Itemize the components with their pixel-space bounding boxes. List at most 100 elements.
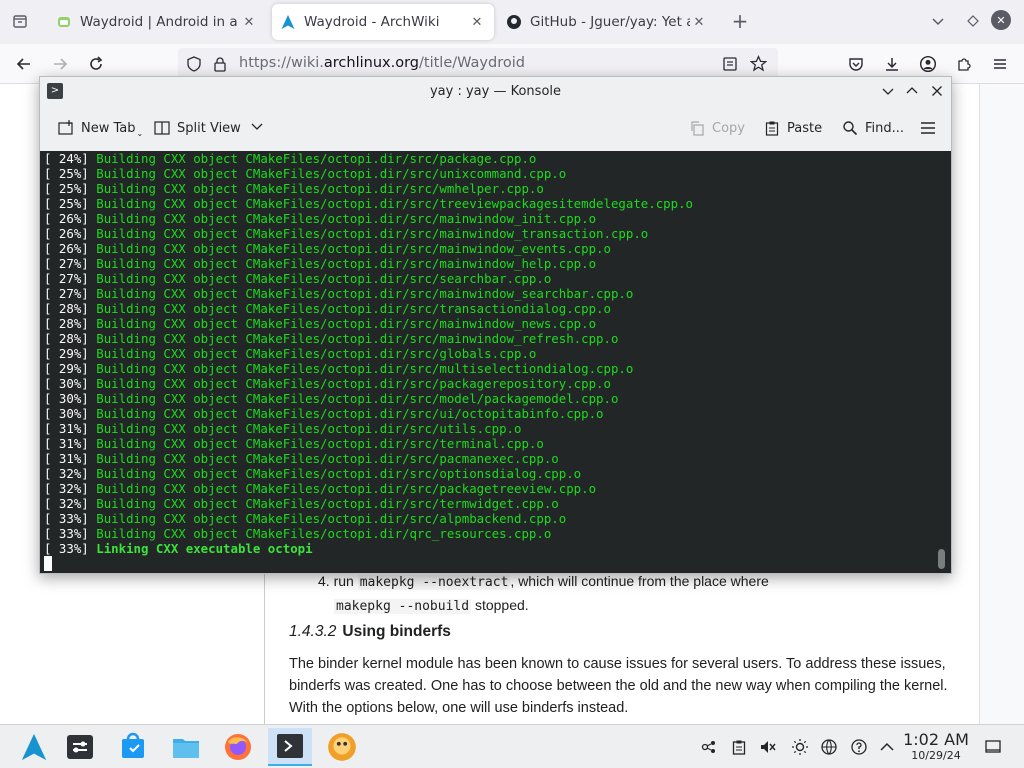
tab-waydroid-site[interactable]: Waydroid | Android in a Li ✕ xyxy=(48,4,266,40)
clock[interactable]: 1:02 AM 10/29/24 xyxy=(900,731,972,763)
tab-github-yay[interactable]: GitHub - Jguer/yay: Yet ano ✕ xyxy=(498,4,716,40)
progress-percent: [ 30%] xyxy=(44,376,89,391)
progress-percent: [ 25%] xyxy=(44,196,89,211)
split-view-button[interactable]: Split View xyxy=(153,117,263,139)
progress-percent: [ 32%] xyxy=(44,481,89,496)
list-text-run: run xyxy=(333,573,354,589)
terminal-line: [ 25%] Building CXX object CMakeFiles/oc… xyxy=(44,166,693,181)
kdeconnect-icon[interactable] xyxy=(699,737,719,757)
build-message: Building CXX object CMakeFiles/octopi.di… xyxy=(96,451,559,466)
show-desktop-icon[interactable] xyxy=(983,737,1003,757)
terminal-line: [ 30%] Building CXX object CMakeFiles/oc… xyxy=(44,376,693,391)
firefox-icon[interactable] xyxy=(216,728,260,766)
progress-percent: [ 31%] xyxy=(44,436,89,451)
hamburger-menu-icon[interactable] xyxy=(988,52,1012,76)
url-prefix: https://wiki. xyxy=(239,55,324,71)
terminal-line: [ 28%] Building CXX object CMakeFiles/oc… xyxy=(44,331,693,346)
terminal-line: [ 32%] Building CXX object CMakeFiles/oc… xyxy=(44,466,693,481)
find-button[interactable]: Find... xyxy=(841,117,904,139)
progress-percent: [ 26%] xyxy=(44,211,89,226)
build-message: Building CXX object CMakeFiles/octopi.di… xyxy=(96,166,567,181)
close-icon[interactable] xyxy=(927,81,947,101)
close-icon[interactable]: ✕ xyxy=(468,15,486,30)
terminal-line: [ 31%] Building CXX object CMakeFiles/oc… xyxy=(44,451,693,466)
split-view-label: Split View xyxy=(177,120,241,136)
arch-launcher-icon[interactable] xyxy=(12,728,56,766)
pocket-icon[interactable] xyxy=(844,52,868,76)
build-message: Building CXX object CMakeFiles/octopi.di… xyxy=(96,526,552,541)
terminal-scrollbar[interactable] xyxy=(938,549,945,569)
extensions-icon[interactable] xyxy=(952,52,976,76)
chevron-down-icon[interactable] xyxy=(927,10,949,32)
terminal-line: [ 28%] Building CXX object CMakeFiles/oc… xyxy=(44,316,693,331)
tab-overview-icon[interactable] xyxy=(9,10,31,32)
terminal-area[interactable]: [ 24%] Building CXX object CMakeFiles/oc… xyxy=(40,151,951,573)
reload-icon[interactable] xyxy=(84,52,108,76)
discover-icon[interactable] xyxy=(111,728,155,766)
close-icon[interactable]: ✕ xyxy=(240,15,258,30)
paste-button[interactable]: Paste xyxy=(763,117,822,139)
minimize-diamond-icon[interactable] xyxy=(962,10,984,32)
lock-icon[interactable] xyxy=(212,56,228,76)
build-message: Building CXX object CMakeFiles/octopi.di… xyxy=(96,496,559,511)
hamburger-menu-icon[interactable] xyxy=(919,117,937,139)
maximize-icon[interactable] xyxy=(902,81,922,101)
system-settings-icon[interactable] xyxy=(58,728,102,766)
find-label: Find... xyxy=(865,120,905,136)
updates-icon[interactable] xyxy=(849,737,869,757)
back-arrow-icon[interactable] xyxy=(12,52,36,76)
forward-arrow-icon[interactable] xyxy=(48,52,72,76)
split-view-icon xyxy=(153,119,171,137)
octopi-icon[interactable] xyxy=(320,728,364,766)
progress-percent: [ 29%] xyxy=(44,361,89,376)
progress-percent: [ 31%] xyxy=(44,451,89,466)
brightness-icon[interactable] xyxy=(790,737,810,757)
list-number: 4. xyxy=(318,573,330,589)
minimize-icon[interactable] xyxy=(878,81,898,101)
new-tab-plus-icon[interactable]: + xyxy=(729,9,751,33)
clipboard-icon[interactable] xyxy=(729,737,749,757)
build-message: Building CXX object CMakeFiles/octopi.di… xyxy=(96,196,694,211)
progress-percent: [ 29%] xyxy=(44,346,89,361)
chevron-down-icon[interactable] xyxy=(251,120,263,136)
build-message: Building CXX object CMakeFiles/octopi.di… xyxy=(96,376,611,391)
tab-strip: Waydroid | Android in a Li ✕ Waydroid - … xyxy=(0,0,1024,44)
progress-percent: [ 33%] xyxy=(44,511,89,526)
terminal-line: [ 31%] Building CXX object CMakeFiles/oc… xyxy=(44,436,693,451)
konsole-icon[interactable] xyxy=(268,728,312,766)
progress-percent: [ 25%] xyxy=(44,166,89,181)
tab-archwiki[interactable]: Waydroid - ArchWiki ✕ xyxy=(272,4,494,40)
terminal-line: [ 33%] Building CXX object CMakeFiles/oc… xyxy=(44,526,693,541)
network-icon[interactable] xyxy=(819,737,839,757)
close-icon[interactable]: ✕ xyxy=(690,15,708,30)
bookmark-star-icon[interactable] xyxy=(749,55,768,76)
shield-icon[interactable] xyxy=(186,56,202,76)
dolphin-icon[interactable] xyxy=(164,728,208,766)
terminal-line: [ 25%] Building CXX object CMakeFiles/oc… xyxy=(44,181,693,196)
progress-percent: [ 30%] xyxy=(44,406,89,421)
copy-button[interactable]: Copy xyxy=(688,117,745,139)
url-text[interactable]: https://wiki.archlinux.org/title/Waydroi… xyxy=(239,55,525,71)
new-tab-button[interactable]: New Tab ⌄ xyxy=(57,117,143,139)
build-message: Building CXX object CMakeFiles/octopi.di… xyxy=(96,211,597,226)
reader-view-icon[interactable] xyxy=(722,56,738,76)
volume-muted-icon[interactable] xyxy=(758,737,778,757)
section-title: Using binderfs xyxy=(342,623,451,640)
build-message: Building CXX object CMakeFiles/octopi.di… xyxy=(96,511,567,526)
chevron-up-icon[interactable] xyxy=(877,737,897,757)
konsole-toolbar: New Tab ⌄ Split View Copy Paste Find... xyxy=(40,105,951,151)
tab-label: Waydroid | Android in a Li xyxy=(80,14,240,30)
progress-percent: [ 26%] xyxy=(44,241,89,256)
build-message: Building CXX object CMakeFiles/octopi.di… xyxy=(96,466,582,481)
build-message: Building CXX object CMakeFiles/octopi.di… xyxy=(96,406,604,421)
close-window-icon[interactable]: ✕ xyxy=(991,10,1011,30)
account-icon[interactable] xyxy=(916,52,940,76)
terminal-line: [ 24%] Building CXX object CMakeFiles/oc… xyxy=(44,151,693,166)
waydroid-favicon xyxy=(58,17,70,27)
github-favicon xyxy=(507,15,521,29)
terminal-line: [ 33%] Building CXX object CMakeFiles/oc… xyxy=(44,511,693,526)
terminal-line: [ 30%] Building CXX object CMakeFiles/oc… xyxy=(44,406,693,421)
build-message: Building CXX object CMakeFiles/octopi.di… xyxy=(96,286,634,301)
downloads-icon[interactable] xyxy=(880,52,904,76)
progress-percent: [ 28%] xyxy=(44,316,89,331)
